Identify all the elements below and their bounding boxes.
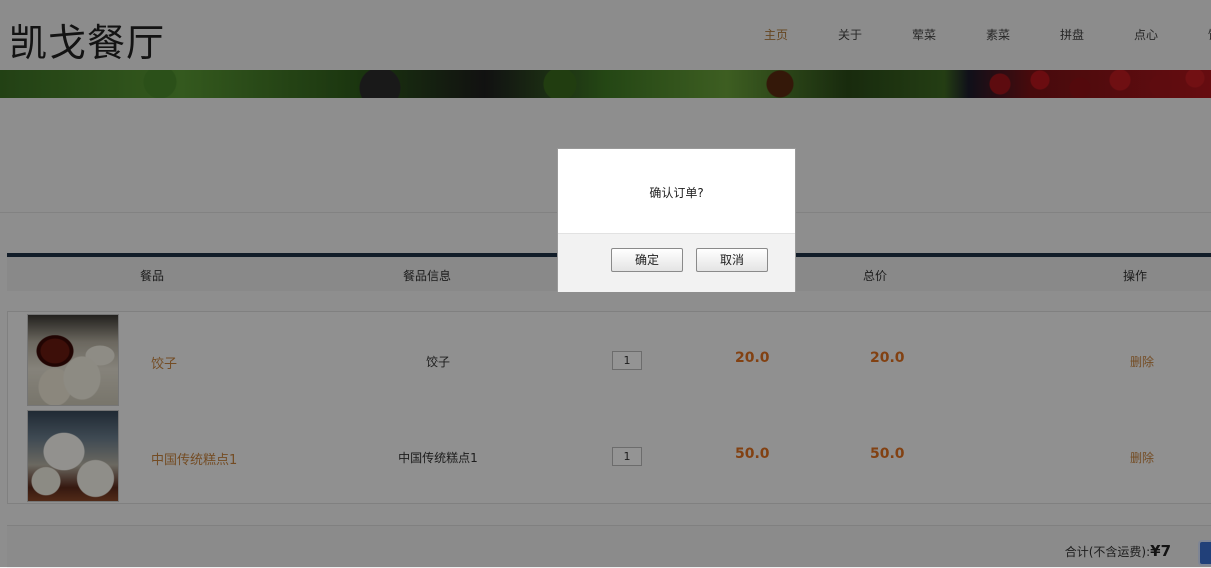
confirm-dialog: 确认订单? 确定 取消 [557, 148, 796, 292]
confirm-button[interactable]: 确定 [611, 248, 683, 272]
dialog-footer: 确定 取消 [558, 233, 795, 292]
dialog-message: 确认订单? [649, 186, 704, 200]
cancel-button[interactable]: 取消 [696, 248, 768, 272]
